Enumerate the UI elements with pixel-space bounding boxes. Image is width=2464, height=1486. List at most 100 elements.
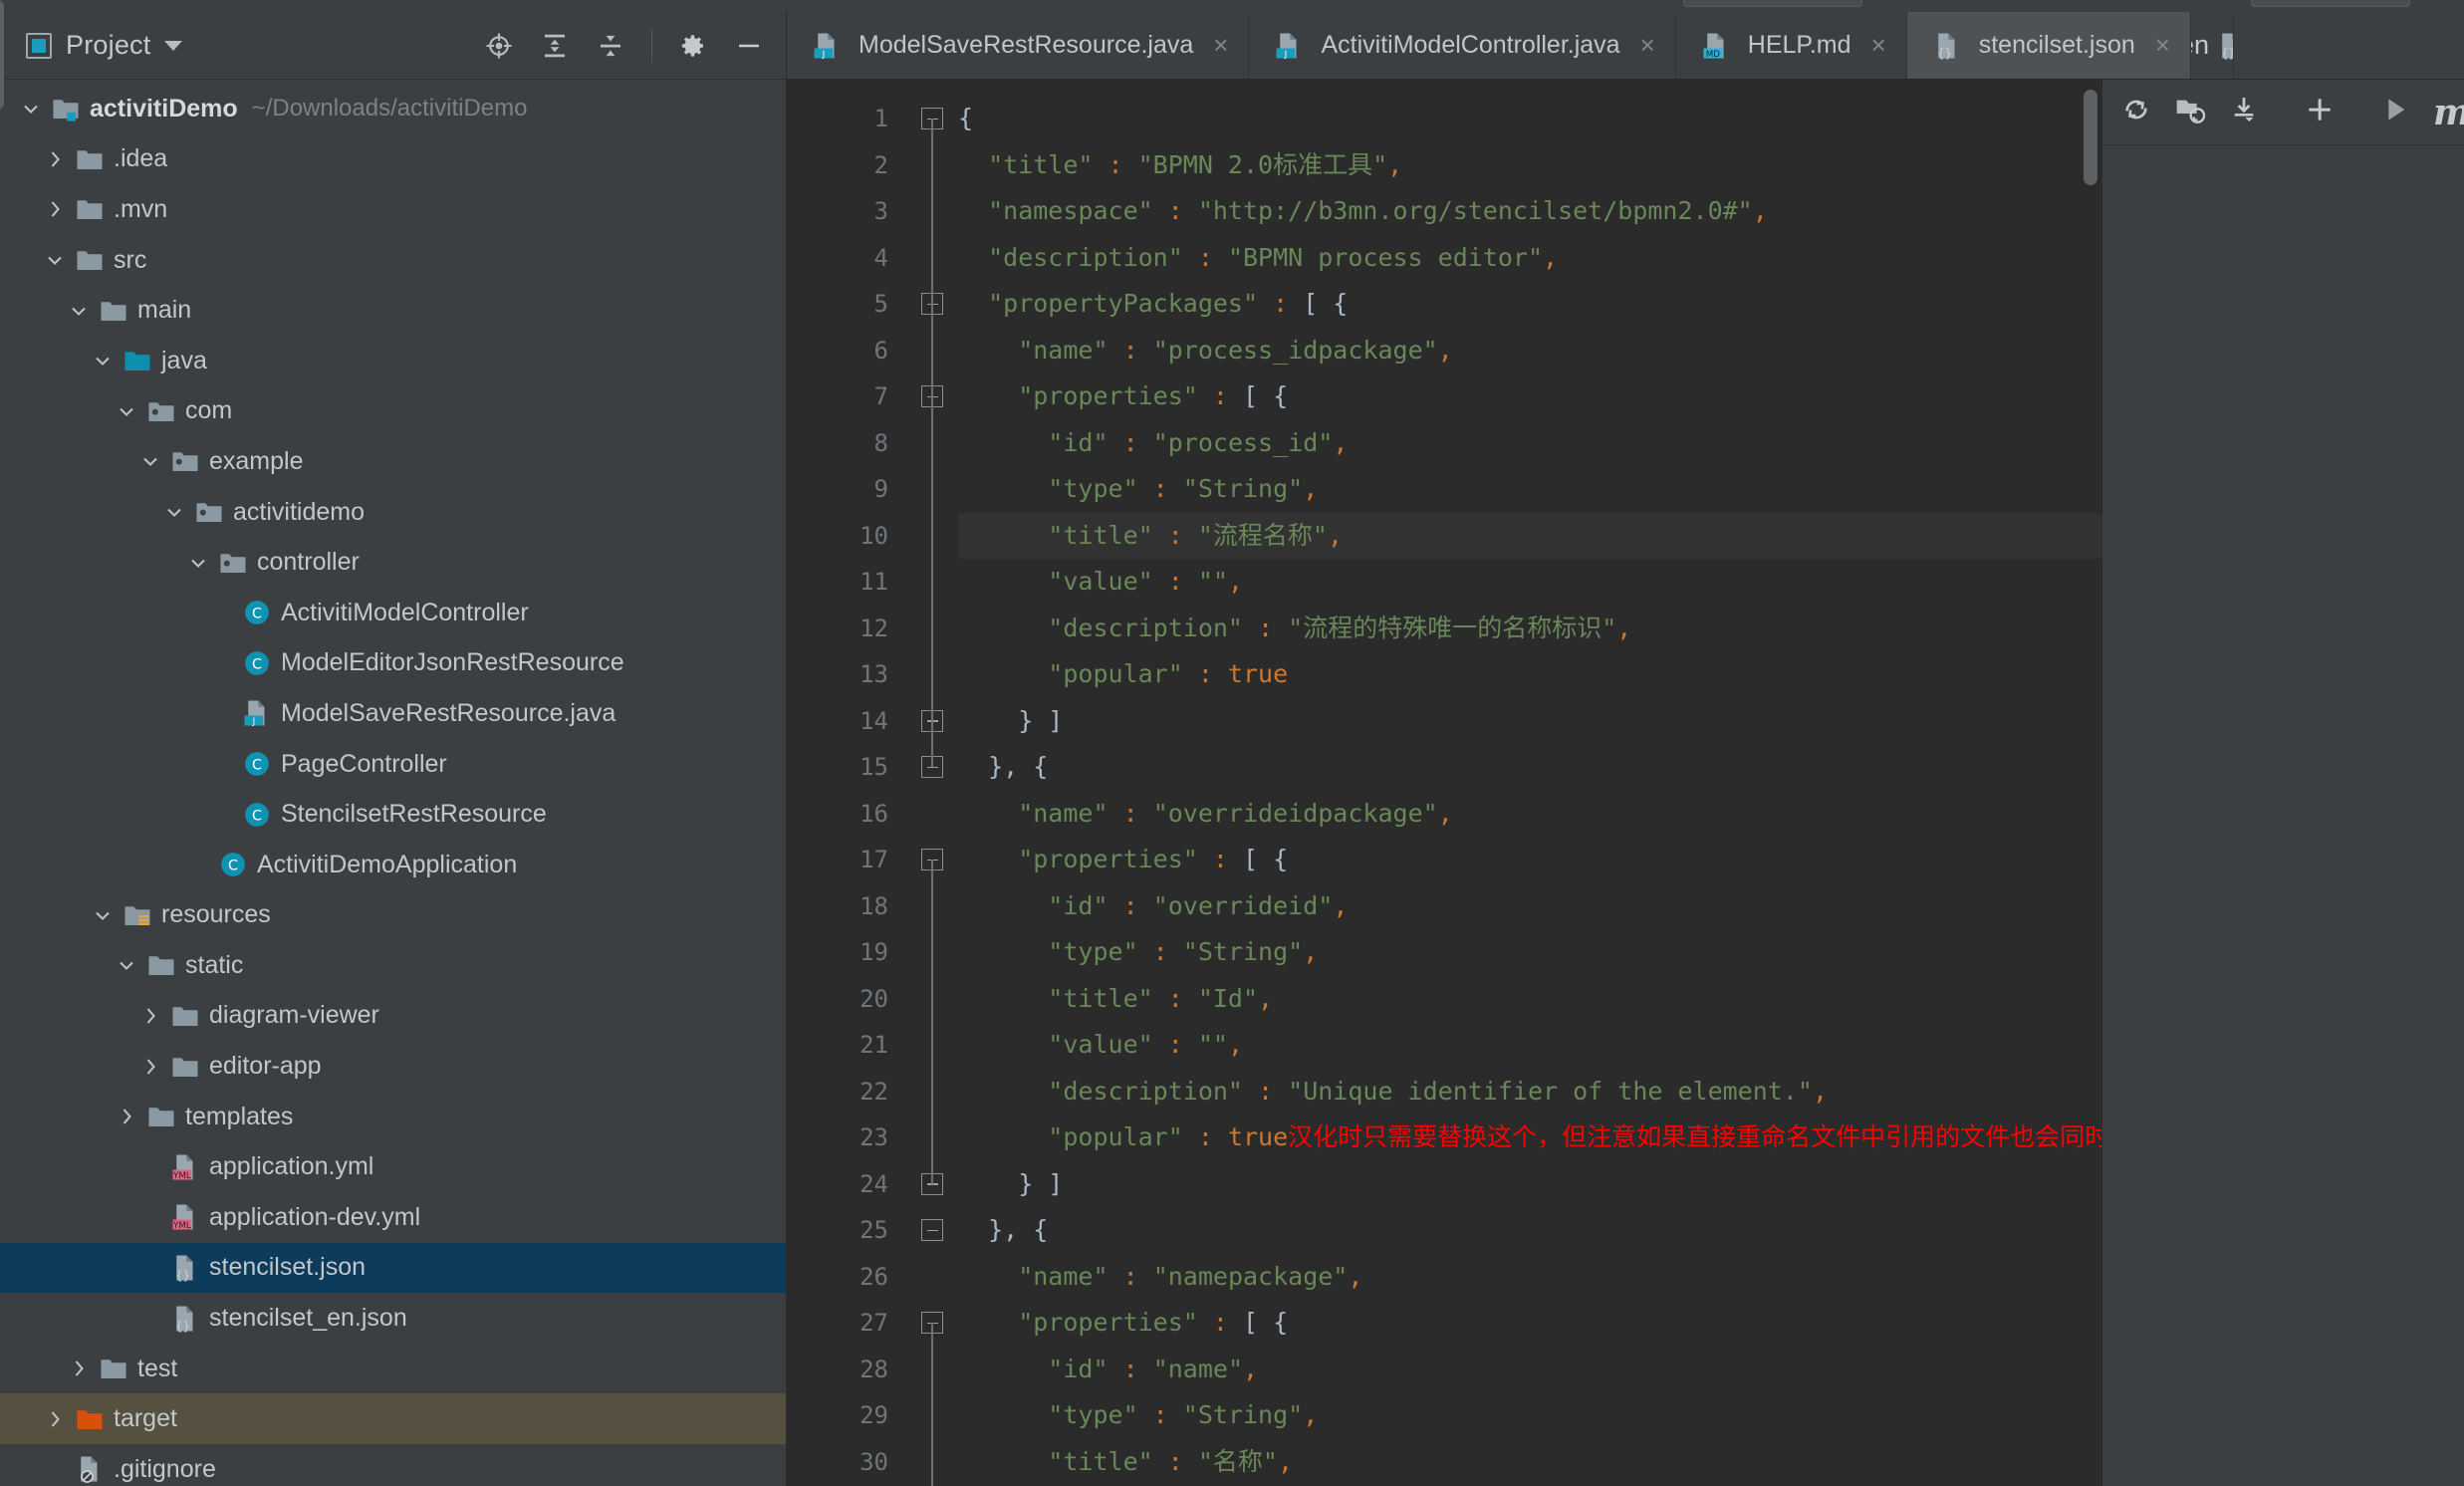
code-line[interactable]: "description" : "BPMN process editor", [958, 235, 2101, 282]
locate-icon[interactable] [484, 31, 514, 61]
close-icon[interactable]: × [1640, 30, 1655, 61]
tree-arrow-down-icon[interactable] [157, 500, 191, 524]
code-line[interactable]: "id" : "overrideid", [958, 883, 2101, 930]
tree-row[interactable]: {} stencilset_en.json [0, 1293, 786, 1344]
tree-row[interactable]: templates [0, 1092, 786, 1142]
tree-row[interactable]: src [0, 235, 786, 286]
fold-marker-icon[interactable] [906, 1207, 958, 1254]
editor-tab[interactable]: J ModelSaveRestResource.java × [787, 12, 1250, 79]
code-line[interactable]: } ] [958, 698, 2101, 745]
tree-arrow-down-icon[interactable] [62, 299, 96, 323]
code-line[interactable]: "title" : "BPMN 2.0标准工具", [958, 142, 2101, 189]
code-line[interactable]: "name" : "overrideidpackage", [958, 791, 2101, 838]
code-line[interactable]: "popular" : true [958, 651, 2101, 698]
close-icon[interactable]: × [2155, 30, 2170, 61]
code-line[interactable]: "value" : "", [958, 1022, 2101, 1069]
collapse-all-icon[interactable] [596, 31, 625, 61]
tree-arrow-down-icon[interactable] [181, 551, 215, 575]
tree-row[interactable]: activitidemo [0, 487, 786, 538]
tree-row[interactable]: controller [0, 537, 786, 588]
close-icon[interactable]: × [1871, 30, 1886, 61]
run-icon[interactable] [2379, 94, 2411, 130]
tree-arrow-right-icon[interactable] [38, 197, 72, 221]
minimize-icon[interactable] [734, 31, 764, 61]
maven-tree[interactable] [2102, 145, 2464, 1486]
tree-row[interactable]: test [0, 1344, 786, 1394]
tree-arrow-down-icon[interactable] [110, 953, 143, 977]
close-icon[interactable]: × [1213, 30, 1228, 61]
code-line[interactable]: "description" : "流程的特殊唯一的名称标识", [958, 606, 2101, 652]
tree-row[interactable]: editor-app [0, 1041, 786, 1092]
tree-arrow-right-icon[interactable] [133, 1055, 167, 1079]
code-line[interactable]: "properties" : [ { [958, 373, 2101, 420]
code-line[interactable]: { [958, 96, 2101, 142]
code-line[interactable]: "name" : "namepackage", [958, 1254, 2101, 1301]
tree-arrow-down-icon[interactable] [86, 903, 120, 927]
tree-arrow-down-icon[interactable] [133, 449, 167, 473]
editor-tab[interactable]: MD HELP.md × [1676, 12, 1907, 79]
tree-arrow-right-icon[interactable] [133, 1004, 167, 1028]
tree-row[interactable]: C ModelEditorJsonRestResource [0, 638, 786, 689]
code-line[interactable]: "type" : "String", [958, 466, 2101, 513]
editor-tab[interactable]: J ActivitiModelController.java × [1249, 12, 1676, 79]
tree-row[interactable]: java [0, 336, 786, 386]
code-line[interactable]: } ] [958, 1161, 2101, 1208]
code-line[interactable]: }, { [958, 744, 2101, 791]
tree-row[interactable]: C ActivitiModelController [0, 588, 786, 638]
code-line[interactable]: "properties" : [ { [958, 837, 2101, 883]
tree-row[interactable]: J ModelSaveRestResource.java [0, 688, 786, 739]
tree-arrow-right-icon[interactable] [110, 1105, 143, 1128]
tree-row[interactable]: com [0, 386, 786, 437]
gear-icon[interactable] [678, 31, 708, 61]
code-line[interactable]: "title" : "流程名称", [958, 512, 2101, 559]
maven-panel-scrollbar[interactable] [0, 0, 4, 110]
tree-row[interactable]: .idea [0, 134, 786, 185]
tree-row[interactable]: YML application.yml [0, 1141, 786, 1192]
tree-row[interactable]: .gitignore [0, 1444, 786, 1486]
add-maven-project-icon[interactable] [2174, 94, 2206, 130]
code-line[interactable]: }, { [958, 1207, 2101, 1254]
code-line[interactable]: "title" : "Id", [958, 976, 2101, 1023]
tree-row[interactable]: diagram-viewer [0, 991, 786, 1042]
tree-row[interactable]: static [0, 940, 786, 991]
tree-row[interactable]: C StencilsetRestResource [0, 789, 786, 840]
tree-row[interactable]: YML application-dev.yml [0, 1192, 786, 1243]
tree-row[interactable]: activitiDemo ~/Downloads/activitiDemo [0, 84, 786, 134]
tree-arrow-right-icon[interactable] [38, 147, 72, 171]
code-line[interactable]: "description" : "Unique identifier of th… [958, 1069, 2101, 1115]
tree-row[interactable]: {} stencilset.json [0, 1242, 786, 1294]
code-line[interactable]: "title" : "名称", [958, 1439, 2101, 1486]
tree-row[interactable]: C ActivitiDemoApplication [0, 840, 786, 890]
maven-m-icon[interactable]: m [2433, 92, 2464, 133]
expand-all-icon[interactable] [540, 31, 570, 61]
editor-tab[interactable]: {} stencilset.json × [1906, 12, 2191, 79]
code-line[interactable]: "type" : "String", [958, 1392, 2101, 1439]
code-line[interactable]: "id" : "process_id", [958, 420, 2101, 467]
code-line[interactable]: "propertyPackages" : [ { [958, 281, 2101, 328]
code-text[interactable]: { "title" : "BPMN 2.0标准工具", "namespace" … [958, 80, 2101, 1486]
project-selector[interactable]: Project [26, 30, 183, 61]
tree-row[interactable]: example [0, 436, 786, 487]
download-sources-icon[interactable] [2228, 94, 2260, 130]
code-line[interactable]: "id" : "name", [958, 1347, 2101, 1393]
plus-icon[interactable] [2304, 94, 2336, 130]
tree-arrow-right-icon[interactable] [38, 1407, 72, 1431]
tree-arrow-down-icon[interactable] [86, 349, 120, 372]
code-pane[interactable]: 1 2 3 4 5 6 7 8 9 10 11 12 13 14 15 16 17 18 19 20 21 22 23 24 2… [787, 80, 2101, 1486]
editor-tab[interactable]: {}s [2191, 12, 2234, 79]
editor-vertical-scrollbar[interactable] [2084, 90, 2097, 185]
code-line[interactable]: "type" : "String", [958, 929, 2101, 976]
reload-icon[interactable] [2120, 94, 2152, 130]
tree-arrow-right-icon[interactable] [62, 1357, 96, 1380]
chevron-down-icon[interactable] [164, 40, 183, 51]
code-line[interactable]: "properties" : [ { [958, 1300, 2101, 1347]
tree-arrow-down-icon[interactable] [14, 97, 48, 121]
project-file-tree[interactable]: activitiDemo ~/Downloads/activitiDemo .ide… [0, 80, 786, 1486]
code-folding-gutter[interactable] [906, 80, 958, 1486]
tree-row[interactable]: main [0, 285, 786, 336]
tree-row[interactable]: target [0, 1393, 786, 1445]
tree-arrow-down-icon[interactable] [38, 248, 72, 272]
tree-row[interactable]: .mvn [0, 184, 786, 235]
code-line[interactable]: "name" : "process_idpackage", [958, 328, 2101, 374]
tree-row[interactable]: C PageController [0, 739, 786, 790]
